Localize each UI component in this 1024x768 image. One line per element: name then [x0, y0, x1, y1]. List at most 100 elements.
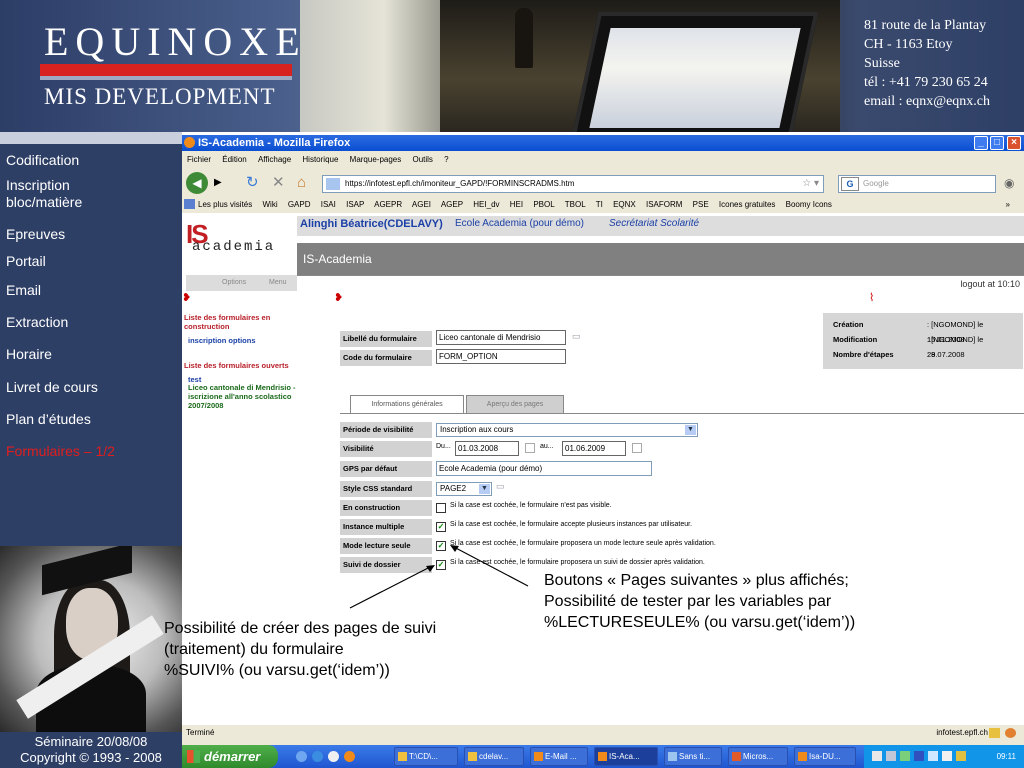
is-academia-logo: IS academia [186, 219, 276, 255]
forward-arrow-icon[interactable]: ▶ [214, 176, 222, 190]
task-is-academia[interactable]: IS-Aca... [594, 747, 658, 766]
construction-checkbox[interactable] [436, 503, 446, 513]
start-button[interactable]: démarrer [182, 745, 278, 768]
app-tabs: Options Menu [186, 275, 297, 291]
bookmark-item[interactable]: Wiki [262, 200, 277, 209]
menu-fichier[interactable]: Fichier [187, 155, 211, 164]
graduate-photo [0, 546, 182, 732]
back-arrow-icon[interactable]: ◀ [186, 172, 208, 194]
close-icon[interactable]: × [1007, 136, 1021, 150]
bookmark-item[interactable]: AGEI [412, 200, 431, 209]
bookmark-item[interactable]: AGEPR [374, 200, 402, 209]
tray-icon[interactable] [928, 751, 938, 761]
bookmark-item[interactable]: ISAFORM [646, 200, 682, 209]
sidebar-item-inscription-bloc[interactable]: bloc/matière [6, 194, 82, 211]
task-email[interactable]: E-Mail ... [530, 747, 588, 766]
tab-apercu-pages[interactable]: Aperçu des pages [466, 395, 564, 414]
tray-icon[interactable] [872, 751, 882, 761]
tray-icon[interactable] [942, 751, 952, 761]
date-to-input[interactable]: 01.06.2009 [562, 441, 626, 456]
address-bar[interactable]: https://infotest.epfl.ch/imoniteur_GAPD/… [322, 175, 824, 193]
sidebar-item-portail[interactable]: Portail [6, 253, 46, 270]
task-explorer[interactable]: T:\CD\... [394, 747, 458, 766]
tray-icon[interactable] [886, 751, 896, 761]
menu-aide[interactable]: ? [444, 155, 448, 164]
addons-icon[interactable]: ◉ [1004, 176, 1014, 190]
multiple-checkbox[interactable]: ✓ [436, 522, 446, 532]
bookmarks-overflow-icon[interactable]: » [1006, 196, 1010, 213]
sidebar-item-codification[interactable]: Codification [6, 152, 79, 169]
tray-icon[interactable] [900, 751, 910, 761]
sidebar-item-email[interactable]: Email [6, 282, 41, 299]
suivi-checkbox[interactable]: ✓ [436, 560, 446, 570]
firefox-quicklaunch-icon[interactable] [344, 751, 355, 762]
menu-marque-pages[interactable]: Marque-pages [350, 155, 402, 164]
minimize-icon[interactable]: _ [974, 136, 988, 150]
task-isa-du[interactable]: Isa-DU... [794, 747, 856, 766]
bookmark-item[interactable]: TI [596, 200, 603, 209]
gps-input[interactable]: Ecole Academia (pour démo) [436, 461, 652, 476]
task-sans-titre[interactable]: Sans ti... [664, 747, 722, 766]
bookmark-item[interactable]: GAPD [288, 200, 311, 209]
tab-menu[interactable]: Menu [269, 275, 287, 291]
volume-icon[interactable] [956, 751, 966, 761]
bookmark-star-icon[interactable]: ☆ ▾ [802, 176, 819, 192]
sidebar-item-inscription[interactable]: Inscription [6, 177, 70, 194]
form-link-inscription-options[interactable]: inscription options [188, 336, 256, 346]
sidebar-item-extraction[interactable]: Extraction [6, 314, 68, 331]
maximize-icon[interactable]: □ [990, 136, 1004, 150]
bookmark-item[interactable]: EQNX [613, 200, 636, 209]
translate-icon[interactable]: ▭ [572, 331, 581, 342]
label-libelle: Libellé du formulaire [340, 331, 432, 347]
bookmark-item[interactable]: PBOL [533, 200, 554, 209]
libelle-input[interactable]: Liceo cantonale di Mendrisio [436, 330, 566, 345]
calendar-icon[interactable] [632, 443, 642, 453]
logout-link[interactable]: logout at 10:10 [297, 275, 1024, 291]
bookmark-item[interactable]: AGEP [441, 200, 463, 209]
firebug-icon[interactable] [1005, 728, 1016, 738]
bookmark-item[interactable]: ISAI [321, 200, 336, 209]
bookmark-item[interactable]: Icones gratuites [719, 200, 775, 209]
tray-icon[interactable] [914, 751, 924, 761]
stop-icon[interactable]: ✕ [272, 175, 285, 190]
code-input[interactable]: FORM_OPTION [436, 349, 566, 364]
bookmark-item[interactable]: ISAP [346, 200, 364, 209]
bookmark-item[interactable]: Boomy Icons [786, 200, 832, 209]
bookmark-item[interactable]: PSE [693, 200, 709, 209]
banner-photo [300, 0, 840, 132]
quicklaunch-icon[interactable] [328, 751, 339, 762]
calendar-icon[interactable] [525, 443, 535, 453]
label-construction: En construction [340, 500, 432, 516]
sidebar-item-livret[interactable]: Livret de cours [6, 379, 98, 396]
search-box[interactable]: G Google [838, 175, 996, 193]
tab-options[interactable]: Options [222, 275, 246, 291]
translate-icon[interactable]: ▭ [496, 481, 505, 492]
task-microsoft[interactable]: Micros... [728, 747, 788, 766]
date-from-input[interactable]: 01.03.2008 [455, 441, 519, 456]
sidebar-item-epreuves[interactable]: Epreuves [6, 226, 65, 243]
quicklaunch-icon[interactable] [296, 751, 307, 762]
sidebar-item-plan[interactable]: Plan d’études [6, 411, 91, 428]
lecture-checkbox[interactable]: ✓ [436, 541, 446, 551]
bookmark-item[interactable]: Les plus visités [198, 200, 252, 209]
site-favicon [326, 178, 340, 190]
menu-affichage[interactable]: Affichage [258, 155, 291, 164]
sidebar-item-formulaires[interactable]: Formulaires – 1/2 [6, 443, 115, 460]
tab-divider [340, 413, 1024, 414]
bookmark-item[interactable]: TBOL [565, 200, 586, 209]
home-icon[interactable]: ⌂ [297, 175, 306, 190]
tab-informations-generales[interactable]: Informations générales [350, 395, 464, 414]
bookmark-item[interactable]: HEI [510, 200, 523, 209]
sidebar-item-horaire[interactable]: Horaire [6, 346, 52, 363]
construction-help: Si la case est cochée, le formulaire n'e… [450, 502, 612, 509]
quicklaunch-icon[interactable] [312, 751, 323, 762]
menu-edition[interactable]: Édition [222, 155, 246, 164]
css-select[interactable]: PAGE2 ▼ [436, 482, 492, 496]
form-link-liceo-year[interactable]: 2007/2008 [188, 401, 223, 411]
bookmark-item[interactable]: HEI_dv [473, 200, 499, 209]
task-cdelav[interactable]: cdelav... [464, 747, 524, 766]
menu-historique[interactable]: Historique [302, 155, 338, 164]
menu-outils[interactable]: Outils [412, 155, 432, 164]
periode-select[interactable]: Inscription aux cours ▼ [436, 423, 698, 437]
reload-icon[interactable]: ↻ [246, 175, 259, 190]
